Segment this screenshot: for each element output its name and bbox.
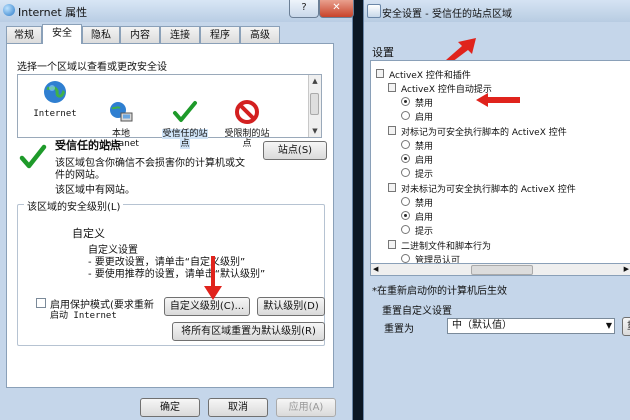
scroll-down-icon[interactable]: ▼ <box>309 125 321 137</box>
scroll-thumb[interactable] <box>310 93 319 115</box>
trusted-check-icon <box>19 144 47 169</box>
radio-label: 禁用 <box>415 142 434 152</box>
reset-custom-label: 重置自定义设置 <box>382 306 452 317</box>
security-settings-window: 安全设置 - 受信任的站点区域 设置 ActiveX 控件和插件 ActiveX… <box>363 0 630 420</box>
radio-label: 启用 <box>415 213 434 223</box>
radio-label: 提示 <box>415 227 434 237</box>
tab-privacy[interactable]: 隐私 <box>82 26 120 43</box>
tab-security[interactable]: 安全 <box>42 24 82 44</box>
setting-icon <box>388 183 396 192</box>
radio-disable[interactable] <box>401 140 410 149</box>
check-icon <box>172 89 198 122</box>
red-arrow-down-icon <box>204 256 222 300</box>
radio-label: 禁用 <box>415 99 434 109</box>
reset-to-value: 中（默认值） <box>452 320 512 331</box>
radio-label: 启用 <box>415 113 434 123</box>
reset-button[interactable]: 重 <box>622 317 630 336</box>
tree-node-binary-behaviors[interactable]: 二进制文件和脚本行为 <box>401 239 491 252</box>
scroll-up-icon[interactable]: ▲ <box>309 75 321 87</box>
security-tab-panel: 选择一个区域以查看或更改安全设 Internet 本地 Intranet 受信任… <box>6 43 334 388</box>
custom-level-title: 自定义 <box>72 227 105 240</box>
tab-connections[interactable]: 连接 <box>160 26 200 43</box>
close-button[interactable]: ✕ <box>319 0 354 18</box>
ok-button[interactable]: 确定 <box>140 398 200 417</box>
radio-enable[interactable] <box>401 154 410 163</box>
scroll-thumb[interactable] <box>471 265 533 275</box>
zone-description: 件的网站。 <box>55 170 105 181</box>
security-level-label: 该区域的安全级别(L) <box>24 198 124 213</box>
settings-window-icon <box>367 4 381 18</box>
radio-disable[interactable] <box>401 197 410 206</box>
radio-label: 管理员认可 <box>415 256 461 264</box>
radio-label: 禁用 <box>415 199 434 209</box>
red-arrow-left-icon <box>476 93 520 107</box>
chevron-down-icon: ▼ <box>605 321 612 330</box>
scroll-right-icon[interactable]: ▶ <box>624 264 629 275</box>
zone-list-scrollbar[interactable]: ▲ ▼ <box>308 75 321 137</box>
radio-enable[interactable] <box>401 111 410 120</box>
setting-icon <box>388 126 396 135</box>
radio-label: 启用 <box>415 156 434 166</box>
zone-restricted-sites[interactable]: 受限制的站 点 <box>220 79 274 149</box>
tree-node-unsafe-scripting[interactable]: 对未标记为可安全执行脚本的 ActiveX 控件 <box>401 182 576 195</box>
title-bar: 安全设置 - 受信任的站点区域 <box>364 0 630 22</box>
reset-to-select[interactable]: 中（默认值） ▼ <box>447 318 615 334</box>
internet-options-icon <box>3 4 15 16</box>
window-title: Internet 属性 <box>18 6 88 19</box>
red-arrow-icon <box>446 38 476 62</box>
radio-label: 提示 <box>415 170 434 180</box>
tab-programs[interactable]: 程序 <box>200 26 240 43</box>
no-entry-icon <box>234 89 260 124</box>
zone-label: Internet <box>33 109 77 119</box>
scroll-left-icon[interactable]: ◀ <box>373 264 378 275</box>
radio-admin-approved[interactable] <box>401 254 410 263</box>
setting-icon <box>376 69 384 78</box>
intranet-icon <box>108 89 134 122</box>
title-bar: Internet 属性 ? ✕ <box>0 0 354 22</box>
window-title: 安全设置 - 受信任的站点区域 <box>382 9 512 20</box>
setting-icon <box>388 83 396 92</box>
setting-icon <box>388 240 396 249</box>
tree-node-safe-scripting[interactable]: 对标记为可安全执行脚本的 ActiveX 控件 <box>401 125 567 138</box>
cancel-button[interactable]: 取消 <box>208 398 268 417</box>
radio-prompt[interactable] <box>401 168 410 177</box>
tab-general[interactable]: 常规 <box>6 26 42 43</box>
zone-title: 受信任的站点 <box>55 139 121 152</box>
reset-to-label: 重置为 <box>384 324 414 335</box>
globe-icon <box>42 79 68 105</box>
zone-list: Internet 本地 Intranet 受信任的站 点 受限制的站 点 ▲ ▼ <box>17 74 322 149</box>
default-level-button[interactable]: 默认级别(D) <box>257 297 325 316</box>
zone-prompt: 选择一个区域以查看或更改安全设 <box>17 62 167 73</box>
custom-level-text: - 要使用推荐的设置，请单击“默认级别” <box>88 269 266 280</box>
zone-trusted-sites[interactable]: 受信任的站 点 <box>158 79 212 149</box>
tree-node-activex[interactable]: ActiveX 控件和插件 <box>389 68 471 81</box>
sites-button[interactable]: 站点(S) <box>263 141 327 160</box>
radio-disable[interactable] <box>401 97 410 106</box>
tab-advanced[interactable]: 高级 <box>240 26 280 43</box>
radio-prompt[interactable] <box>401 225 410 234</box>
tree-horizontal-scrollbar[interactable]: ◀ ▶ <box>370 264 630 276</box>
radio-enable[interactable] <box>401 211 410 220</box>
protected-mode-checkbox[interactable] <box>36 298 46 308</box>
settings-tree: ActiveX 控件和插件 ActiveX 控件自动提示 禁用 启用 对标记为可… <box>370 60 630 264</box>
tab-content[interactable]: 内容 <box>120 26 160 43</box>
apply-button[interactable]: 应用(A) <box>276 398 336 417</box>
restart-note: *在重新启动你的计算机后生效 <box>372 286 507 297</box>
zone-label: 受信任的站 点 <box>162 129 208 149</box>
zone-internet[interactable]: Internet <box>28 79 82 119</box>
help-button[interactable]: ? <box>289 0 319 18</box>
protected-mode-label: 启动 Internet <box>50 311 117 321</box>
settings-label: 设置 <box>372 46 394 59</box>
internet-properties-window: Internet 属性 ? ✕ 常规 安全 隐私 内容 连接 程序 高级 选择一… <box>0 0 354 420</box>
reset-all-zones-button[interactable]: 将所有区域重置为默认级别(R) <box>172 322 325 341</box>
zone-description: 该区域中有网站。 <box>55 185 135 196</box>
